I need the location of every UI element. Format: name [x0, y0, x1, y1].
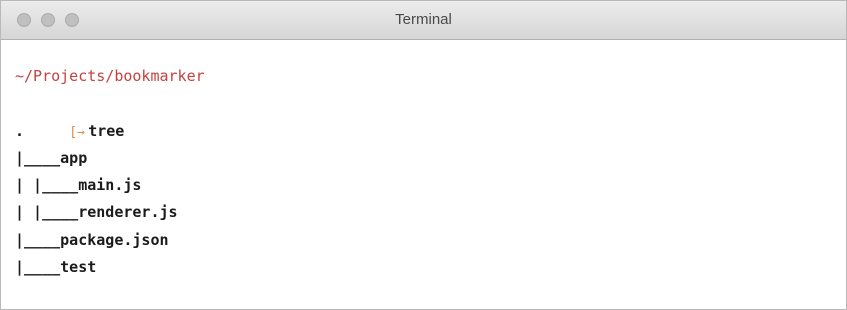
cwd-line: ~/Projects/bookmarker: [15, 67, 205, 85]
tree-output-line: |____app: [15, 148, 88, 167]
tree-output-line: .: [15, 121, 25, 140]
tree-output-line: | |____renderer.js: [15, 203, 178, 222]
command-text: tree: [88, 121, 125, 140]
prompt-arrow-icon: [→: [69, 124, 85, 140]
title-bar[interactable]: Terminal: [1, 1, 846, 40]
tree-output-line: |____package.json: [15, 230, 169, 249]
window-title: Terminal: [395, 11, 452, 28]
tree-output-line: | |____main.js: [15, 176, 142, 195]
terminal-window: Terminal ~/Projects/bookmarker [→ tree . …: [0, 0, 847, 310]
prompt-line: [→ tree: [15, 90, 836, 140]
terminal-output[interactable]: ~/Projects/bookmarker [→ tree . |____app …: [15, 63, 836, 309]
tree-output-line: |____test: [15, 258, 97, 277]
